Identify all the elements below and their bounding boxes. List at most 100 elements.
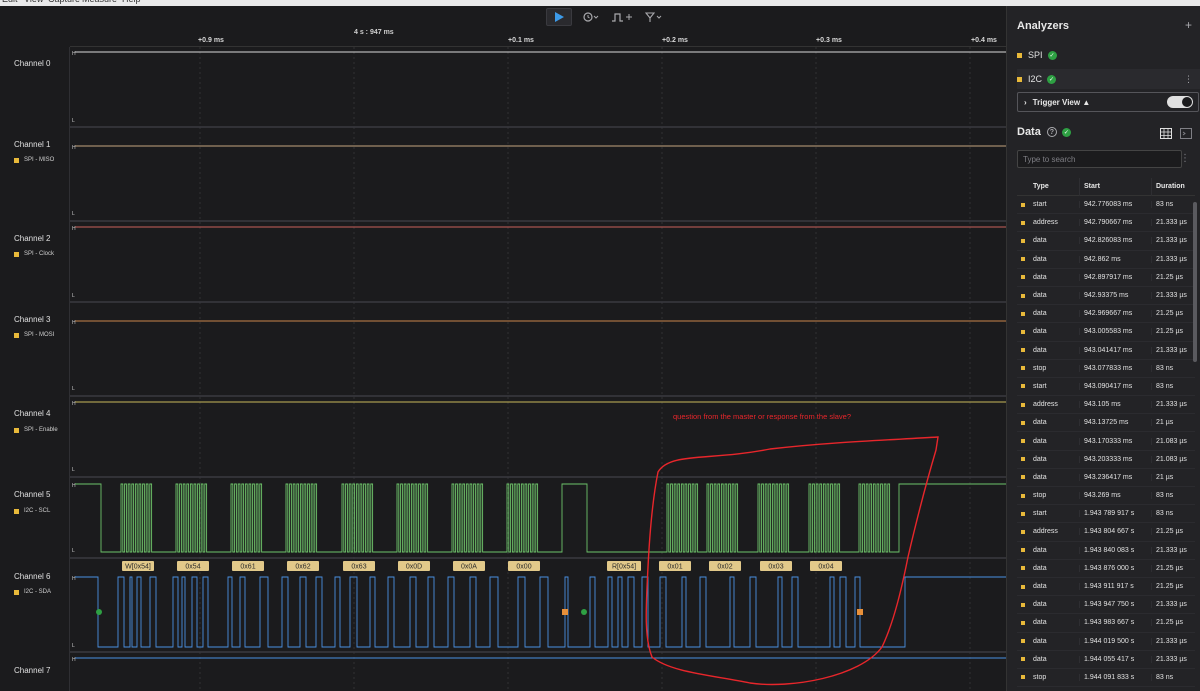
cell-type: data — [1033, 473, 1047, 481]
table-row[interactable]: stop 943.077833 ms 83 ns — [1017, 360, 1195, 378]
waveform-view[interactable]: HLHLHLHLHLHLHLHW[0x54] 0x54 0x61 0x62 0x63 0x… — [70, 47, 1006, 691]
trigger-view-switch[interactable] — [1167, 96, 1193, 108]
cell-start: 942.93375 ms — [1079, 292, 1151, 300]
search-options-icon[interactable]: ⋮ — [1180, 153, 1190, 164]
data-table: Type Start Duration start 942.776083 ms 83… — [1017, 177, 1195, 688]
cell-duration: 21.333 µs — [1151, 255, 1195, 263]
cell-start: 942.776083 ms — [1079, 201, 1151, 209]
table-row[interactable]: data 1.943 840 083 s 21.333 µs — [1017, 542, 1195, 560]
cell-start: 943.170333 ms — [1079, 437, 1151, 445]
table-row[interactable]: data 1.943 876 000 s 21.25 µs — [1017, 560, 1195, 578]
column-start[interactable]: Start — [1079, 177, 1151, 196]
cell-type: data — [1033, 655, 1047, 663]
channel-6-label[interactable]: Channel 6 — [14, 572, 50, 581]
add-analyzer-icon[interactable]: + — [1185, 18, 1192, 32]
type-marker — [1021, 493, 1025, 498]
more-options-icon[interactable]: ⋮ — [1184, 74, 1193, 85]
cell-duration: 21.333 µs — [1151, 219, 1195, 227]
table-row[interactable]: address 1.943 804 667 s 21.25 µs — [1017, 523, 1195, 542]
menu-item-edit[interactable]: Edit — [2, 0, 18, 4]
channel-2-analyzer: SPI - Clock — [14, 251, 54, 257]
table-row[interactable]: address 943.105 ms 21.333 µs — [1017, 396, 1195, 415]
table-row[interactable]: address 942.790667 ms 21.333 µs — [1017, 214, 1195, 233]
edge-trigger-button[interactable] — [643, 8, 665, 26]
ruler-tick: +0.1 ms — [508, 37, 534, 44]
table-row[interactable]: data 1.944 055 417 s 21.333 µs — [1017, 651, 1195, 669]
trigger-view-toggle-row[interactable]: › Trigger View ▲ — [1017, 92, 1199, 112]
start-capture-button[interactable] — [546, 8, 572, 26]
cell-type: data — [1033, 437, 1047, 445]
table-scrollbar[interactable] — [1193, 202, 1197, 362]
table-row[interactable]: data 1.943 983 667 s 21.25 µs — [1017, 614, 1195, 633]
time-ruler[interactable]: 4 s : 947 ms +0.9 ms +0.1 ms +0.2 ms +0.… — [70, 28, 1006, 47]
cell-duration: 83 ns — [1151, 492, 1195, 500]
trigger-icon — [644, 12, 662, 22]
table-row[interactable]: data 943.13725 ms 21 µs — [1017, 414, 1195, 433]
type-marker — [1021, 311, 1025, 316]
column-duration[interactable]: Duration — [1151, 177, 1195, 196]
type-marker — [1021, 584, 1025, 589]
menu-item-measure[interactable]: Measure — [82, 0, 117, 4]
channel-4-label[interactable]: Channel 4 — [14, 409, 50, 418]
channel-5-label[interactable]: Channel 5 — [14, 490, 50, 499]
low-level-marker: L — [72, 211, 75, 217]
table-row[interactable]: stop 1.944 091 833 s 83 ns — [1017, 669, 1195, 688]
table-row[interactable]: data 943.041417 ms 21.333 µs — [1017, 342, 1195, 360]
table-row[interactable]: data 1.943 911 917 s 21.25 µs — [1017, 578, 1195, 597]
table-row[interactable]: start 942.776083 ms 83 ns — [1017, 196, 1195, 215]
channel-2-label[interactable]: Channel 2 — [14, 234, 50, 243]
stop-condition-marker — [562, 609, 568, 615]
pulse-trigger-button[interactable] — [610, 8, 634, 26]
table-row[interactable]: data 1.943 947 750 s 21.333 µs — [1017, 596, 1195, 615]
cell-type: address — [1033, 528, 1058, 536]
timer-trigger-button[interactable] — [580, 8, 602, 26]
menu-item-capture[interactable]: Capture — [48, 0, 80, 4]
cell-duration: 21.333 µs — [1151, 401, 1195, 409]
channel-1-label[interactable]: Channel 1 — [14, 140, 50, 149]
table-row[interactable]: data 1.944 019 500 s 21.333 µs — [1017, 633, 1195, 651]
cell-start: 943.105 ms — [1079, 401, 1151, 409]
decoded-byte-label: 0x0D — [406, 564, 422, 571]
cell-type: stop — [1033, 364, 1047, 372]
cell-start: 1.943 789 917 s — [1079, 510, 1151, 518]
cell-duration: 21 µs — [1151, 473, 1195, 481]
channel-0-label[interactable]: Channel 0 — [14, 59, 50, 68]
high-level-marker: H — [72, 401, 76, 407]
type-marker — [1021, 566, 1025, 571]
help-icon[interactable]: ? — [1046, 127, 1057, 137]
table-row[interactable]: start 943.090417 ms 83 ns — [1017, 378, 1195, 397]
table-row[interactable]: data 943.203333 ms 21.083 µs — [1017, 451, 1195, 469]
menu-item-help[interactable]: Help — [122, 0, 141, 4]
channel-3-label[interactable]: Channel 3 — [14, 315, 50, 324]
table-row[interactable]: data 942.862 ms 21.333 µs — [1017, 251, 1195, 269]
menu-item-view[interactable]: View — [24, 0, 43, 4]
analyzer-spi[interactable]: SPI ✓ — [1017, 45, 1200, 65]
table-row[interactable]: data 942.969667 ms 21.25 µs — [1017, 305, 1195, 324]
channel-7-label[interactable]: Channel 7 — [14, 666, 50, 675]
table-body: start 942.776083 ms 83 ns address 942.790667… — [1017, 196, 1195, 688]
table-row[interactable]: data 942.897917 ms 21.25 µs — [1017, 269, 1195, 287]
table-row[interactable]: data 943.005583 ms 21.25 µs — [1017, 323, 1195, 342]
search-input[interactable] — [1017, 150, 1182, 168]
terminal-view-icon[interactable] — [1180, 126, 1192, 144]
cell-type: data — [1033, 601, 1047, 609]
table-row[interactable]: data 942.93375 ms 21.333 µs — [1017, 287, 1195, 306]
cell-duration: 21.333 µs — [1151, 346, 1195, 354]
cell-start: 1.943 947 750 s — [1079, 601, 1151, 609]
analyzer-i2c[interactable]: I2C ✓ ⋮ — [1017, 69, 1200, 89]
chevron-right-icon: › — [1024, 97, 1027, 107]
low-level-marker: L — [72, 643, 75, 649]
cell-start: 1.943 983 667 s — [1079, 619, 1151, 627]
table-row[interactable]: data 943.170333 ms 21.083 µs — [1017, 432, 1195, 451]
type-marker — [1021, 384, 1025, 389]
type-marker — [1021, 275, 1025, 280]
table-row[interactable]: data 943.236417 ms 21 µs — [1017, 469, 1195, 487]
table-row[interactable]: data 942.826083 ms 21.333 µs — [1017, 232, 1195, 251]
cell-type: data — [1033, 328, 1047, 336]
table-row[interactable]: stop 943.269 ms 83 ns — [1017, 487, 1195, 506]
table-row[interactable]: start 1.943 789 917 s 83 ns — [1017, 505, 1195, 524]
column-type[interactable]: Type — [1029, 178, 1079, 196]
clock-icon — [583, 12, 599, 22]
table-header: Type Start Duration — [1017, 177, 1195, 196]
table-view-icon[interactable] — [1160, 126, 1172, 144]
